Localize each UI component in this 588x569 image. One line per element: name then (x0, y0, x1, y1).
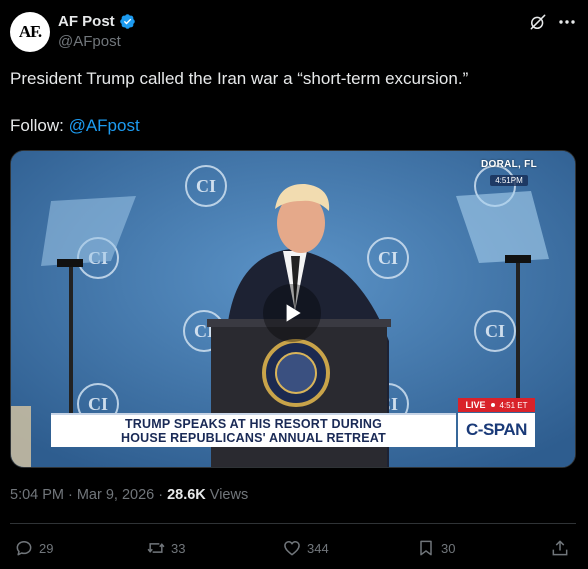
chyron-line-1: TRUMP SPEAKS AT HIS RESORT DURING (124, 417, 383, 431)
author-name-row[interactable]: AF Post (58, 13, 136, 30)
repost-icon (147, 543, 165, 553)
meta-separator: · (68, 487, 73, 503)
meta-separator: · (158, 487, 164, 503)
heart-icon (284, 541, 300, 556)
video-player[interactable]: CI CI CI CI CI CI CI (10, 150, 576, 468)
verified-badge-icon (119, 14, 135, 29)
network-logo: C-SPAN (458, 413, 535, 447)
network-name: C-SPAN (466, 420, 527, 439)
backdrop-logo: CI (196, 176, 216, 196)
repost-button[interactable]: 33 (146, 538, 185, 558)
like-button[interactable]: 344 (282, 538, 329, 558)
chyron-line-2: HOUSE REPUBLICANS' ANNUAL RETREAT (121, 431, 386, 445)
grok-icon[interactable] (528, 12, 548, 32)
bookmark-count: 30 (441, 540, 456, 556)
post-time[interactable]: 5:04 PM (10, 487, 64, 503)
share-icon (552, 540, 568, 556)
like-count: 344 (307, 540, 329, 556)
display-name[interactable]: AF Post (58, 13, 115, 30)
post: AF. AF Post @AFpost President Trump call… (0, 0, 588, 569)
backdrop-logo: CI (485, 321, 505, 341)
play-button[interactable] (263, 284, 321, 342)
location-bug: DORAL, FL 4:51PM (481, 159, 537, 188)
follow-link[interactable]: @AFpost (69, 116, 140, 135)
live-indicator: LIVE 4:51 ET (458, 398, 535, 412)
news-chyron: TRUMP SPEAKS AT HIS RESORT DURING HOUSE … (51, 413, 456, 447)
divider (10, 523, 576, 524)
reply-icon (16, 541, 32, 556)
reply-button[interactable]: 29 (14, 538, 53, 558)
live-dot-icon (490, 403, 495, 407)
more-dots-icon (559, 20, 575, 24)
reply-count: 29 (39, 540, 54, 556)
play-icon (286, 304, 301, 322)
bookmark-icon (420, 540, 432, 556)
avatar[interactable]: AF. (10, 12, 50, 52)
live-time: 4:51 ET (499, 400, 528, 410)
live-label: LIVE (465, 400, 486, 410)
location-time: 4:51PM (490, 175, 528, 186)
post-text: President Trump called the Iran war a “s… (10, 69, 469, 88)
post-date[interactable]: Mar 9, 2026 (77, 487, 154, 503)
views-label: Views (209, 487, 249, 503)
views-count: 28.6K (167, 487, 206, 503)
follow-line: Follow: @AFpost (10, 115, 140, 137)
share-button[interactable] (550, 538, 570, 558)
bookmark-button[interactable]: 30 (416, 538, 455, 558)
more-icon[interactable] (556, 12, 578, 32)
author-handle[interactable]: @AFpost (58, 33, 121, 50)
follow-label: Follow: (10, 116, 69, 135)
post-meta: 5:04 PM · Mar 9, 2026 · 28.6K Views (10, 487, 248, 503)
location-text: DORAL, FL (480, 159, 537, 170)
backdrop-logo: CI (378, 248, 398, 268)
repost-count: 33 (171, 540, 186, 556)
backdrop-logo: CI (88, 394, 108, 414)
